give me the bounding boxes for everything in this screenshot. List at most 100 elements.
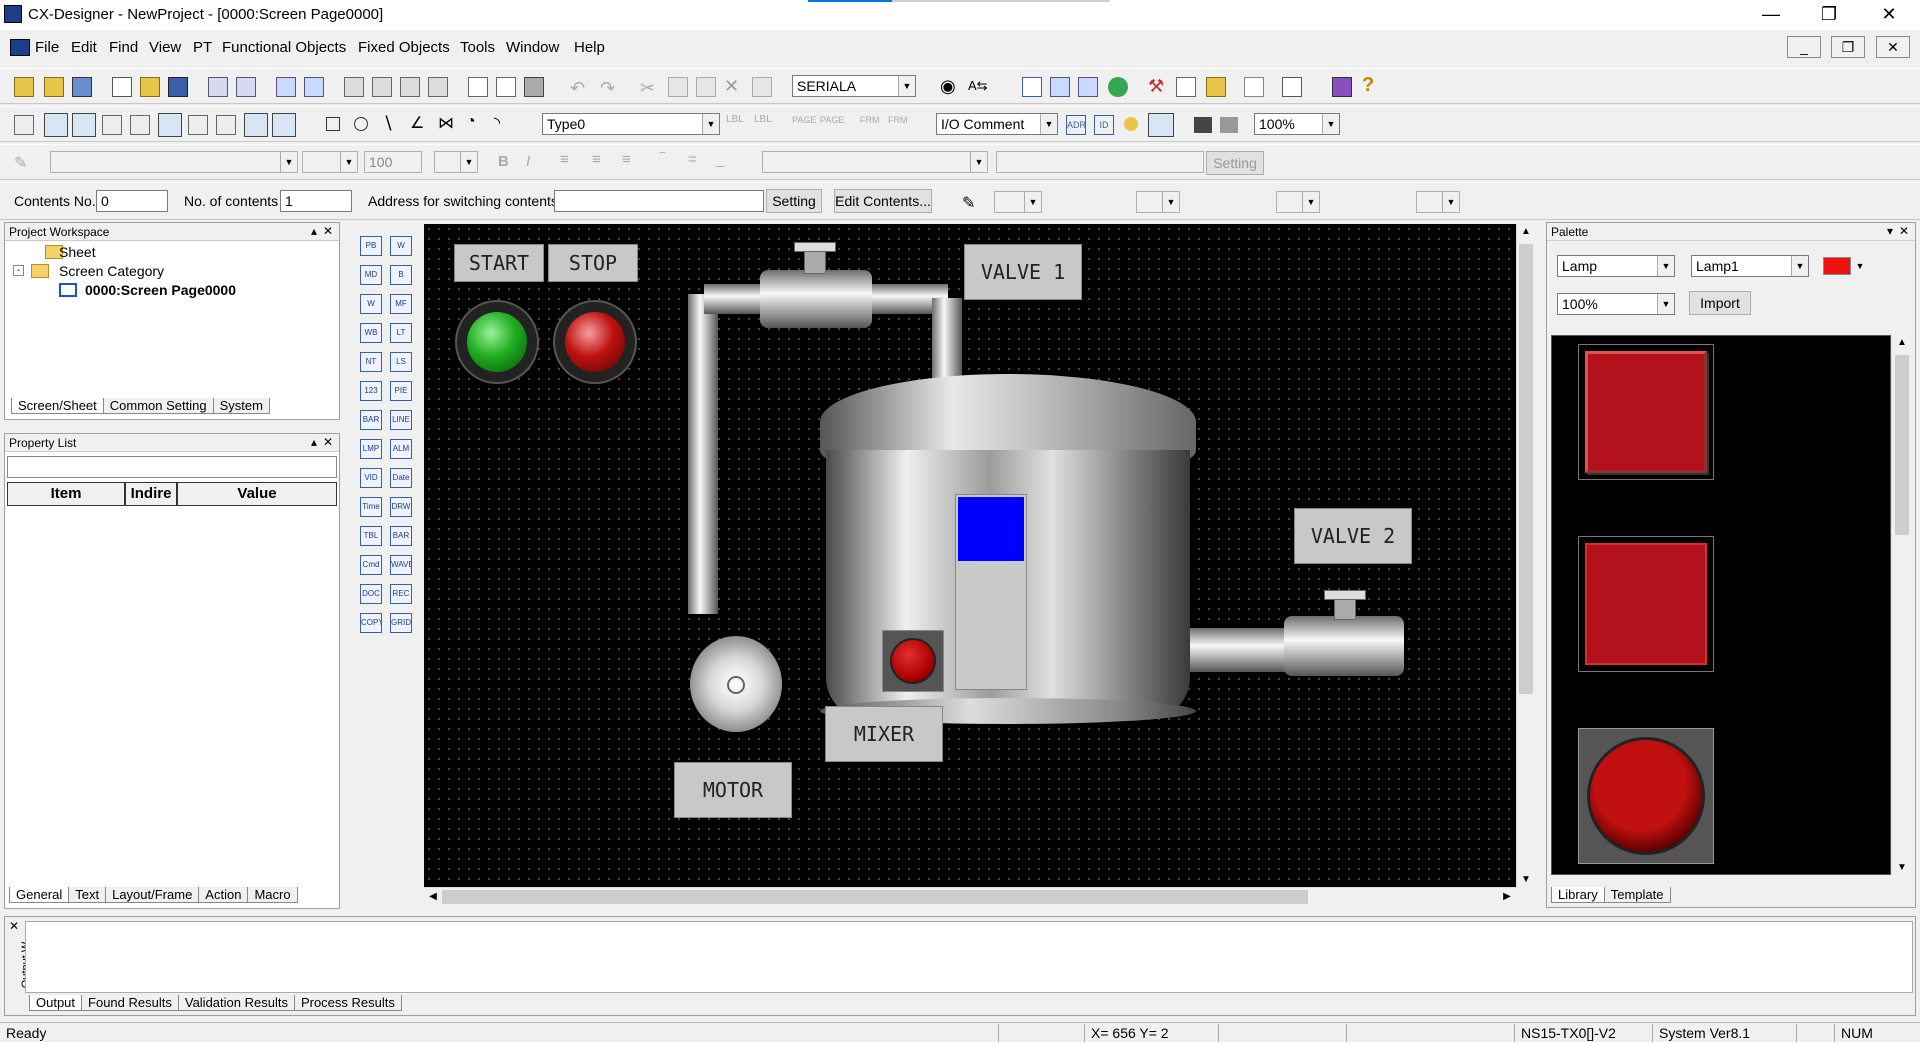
object-tool-w-icon[interactable]: W: [360, 294, 382, 314]
object-tool-drw-icon[interactable]: DRW: [390, 497, 412, 517]
color-icon[interactable]: [130, 115, 150, 135]
scroll-thumb[interactable]: [1895, 355, 1909, 535]
new-screen-icon[interactable]: [112, 77, 132, 97]
canvas-vertical-scrollbar[interactable]: ▲ ▼: [1516, 224, 1534, 887]
close-button[interactable]: ✕: [1860, 0, 1918, 30]
stop-lamp[interactable]: [565, 312, 625, 372]
object-tool-md-icon[interactable]: MD: [360, 265, 382, 285]
menu-help[interactable]: Help: [574, 39, 605, 56]
page-next-icon[interactable]: PAGE: [820, 115, 844, 135]
restore-button[interactable]: ❐: [1800, 0, 1858, 30]
font-select[interactable]: ▼: [50, 151, 298, 173]
scroll-thumb[interactable]: [1519, 244, 1533, 694]
transfer-settings-icon[interactable]: [428, 77, 448, 97]
palette-zoom-select[interactable]: 100% ▼: [1557, 293, 1675, 315]
tab-macro[interactable]: Macro: [247, 887, 298, 903]
close-icon[interactable]: ✕: [323, 224, 333, 238]
comm-port-select[interactable]: SERIALA ▼: [792, 75, 916, 97]
edit-contents-button[interactable]: Edit Contents...: [834, 189, 932, 213]
open-screen-icon[interactable]: [140, 77, 160, 97]
label-next-icon[interactable]: LBL: [754, 115, 774, 135]
object-tool-lmp-icon[interactable]: LMP: [360, 439, 382, 459]
frame-prev-icon[interactable]: FRM: [860, 115, 880, 135]
font-size-spinner[interactable]: 100: [364, 151, 422, 173]
print-icon[interactable]: [524, 77, 544, 97]
object-tool-ls-icon[interactable]: LS: [390, 352, 412, 372]
column-indire[interactable]: Indire: [125, 482, 177, 506]
save-all-icon[interactable]: [72, 77, 92, 97]
no-of-contents-spinner[interactable]: 1: [280, 190, 352, 212]
select-icon[interactable]: [158, 113, 182, 137]
bold-icon[interactable]: B: [498, 153, 518, 173]
scroll-up-icon[interactable]: ▲: [1892, 337, 1912, 348]
ladder-monitor-icon[interactable]: [1108, 77, 1128, 97]
transfer-icon[interactable]: [344, 77, 364, 97]
mixer-label[interactable]: MIXER: [825, 706, 943, 762]
object-tool-date-icon[interactable]: Date: [390, 468, 412, 488]
palette-category-select[interactable]: Lamp ▼: [1557, 255, 1675, 277]
screen-property-icon[interactable]: [208, 77, 228, 97]
paint-icon[interactable]: ✎: [962, 193, 982, 213]
undo-icon[interactable]: ↶: [570, 79, 590, 99]
menu-view[interactable]: View: [149, 39, 181, 56]
palette-item-select[interactable]: Lamp1 ▼: [1691, 255, 1809, 277]
valve2-label[interactable]: VALVE 2: [1294, 508, 1412, 564]
font-style-select[interactable]: ▼: [302, 151, 358, 173]
object-tool-vid-icon[interactable]: VID: [360, 468, 382, 488]
scale-select[interactable]: ▼: [434, 151, 478, 173]
mdi-close-button[interactable]: ✕: [1876, 36, 1910, 58]
menu-fixed-objects[interactable]: Fixed Objects: [358, 39, 450, 56]
scroll-up-icon[interactable]: ▲: [1517, 226, 1535, 237]
align-right-icon[interactable]: ≡: [622, 151, 642, 171]
simulation-icon[interactable]: [1078, 77, 1098, 97]
binoculars-icon[interactable]: ◉: [940, 77, 960, 97]
line-icon[interactable]: ∖: [382, 113, 402, 133]
scroll-down-icon[interactable]: ▼: [1892, 862, 1912, 873]
contents-select-2[interactable]: ▼: [1136, 191, 1180, 213]
arc-icon[interactable]: ◝: [494, 113, 514, 133]
contents-setting-button[interactable]: Setting: [766, 189, 822, 213]
tab-process-results[interactable]: Process Results: [293, 995, 402, 1011]
frame-icon[interactable]: [102, 115, 122, 135]
menu-file[interactable]: File: [35, 39, 59, 56]
menu-window[interactable]: Window: [506, 39, 559, 56]
object-tool-line-icon[interactable]: LINE: [390, 410, 412, 430]
valign-middle-icon[interactable]: =: [688, 151, 708, 171]
object-tool-mf-icon[interactable]: MF: [390, 294, 412, 314]
snap-icon[interactable]: [272, 113, 296, 137]
grid-icon[interactable]: [244, 113, 268, 137]
text-setting-button[interactable]: Setting: [1206, 151, 1264, 175]
property-display-icon[interactable]: [1148, 113, 1174, 137]
id-icon[interactable]: ID: [1094, 115, 1114, 135]
align-icon[interactable]: [14, 115, 34, 135]
valign-top-icon[interactable]: ‾: [660, 151, 680, 171]
object-tool-pie-icon[interactable]: PIE: [390, 381, 412, 401]
tools-icon[interactable]: ⚒: [1148, 77, 1168, 97]
csv-import-icon[interactable]: [304, 77, 324, 97]
object-tool-copy-icon[interactable]: COPY: [360, 613, 382, 633]
book-icon[interactable]: [1332, 77, 1352, 97]
menu-edit[interactable]: Edit: [71, 39, 97, 56]
text-input[interactable]: [996, 151, 1204, 173]
palette-import-button[interactable]: Import: [1689, 291, 1751, 315]
tab-layout-frame[interactable]: Layout/Frame: [105, 887, 200, 903]
frame-next-icon[interactable]: FRM: [888, 115, 908, 135]
palette-color-swatch[interactable]: [1823, 257, 1851, 275]
open-icon[interactable]: [44, 77, 64, 97]
object-tool-cmd-icon[interactable]: Cmd: [360, 555, 382, 575]
close-icon[interactable]: ✕: [323, 435, 333, 449]
object-tool-time-icon[interactable]: Time: [360, 497, 382, 517]
palette-scrollbar[interactable]: ▲ ▼: [1891, 335, 1911, 875]
preview-icon[interactable]: [496, 77, 516, 97]
folder-icon[interactable]: [1206, 77, 1226, 97]
tab-text[interactable]: Text: [68, 887, 107, 903]
zoom-select[interactable]: 100% ▼: [1254, 113, 1340, 135]
collapse-icon[interactable]: -: [13, 265, 24, 276]
cut-icon[interactable]: ✂: [640, 79, 660, 99]
replace-icon[interactable]: A⇆: [968, 77, 988, 97]
type-select[interactable]: Type0 ▼: [542, 113, 720, 135]
view-mode-icon-1[interactable]: [44, 113, 68, 137]
view-mode-icon-2[interactable]: [72, 113, 96, 137]
contents-select-4[interactable]: ▼: [1416, 191, 1460, 213]
tab-library[interactable]: Library: [1551, 887, 1605, 903]
